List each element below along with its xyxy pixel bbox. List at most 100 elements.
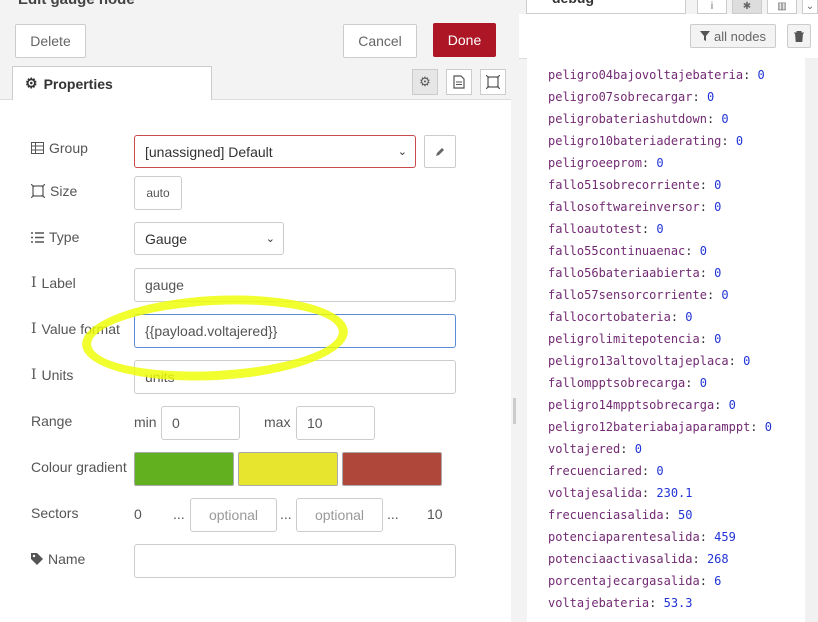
range-label: Range (31, 413, 73, 429)
debug-message-key: peligro10bateriaderating (548, 134, 722, 148)
debug-message-row[interactable]: fallo57sensorcorriente: 0 (548, 288, 729, 302)
debug-message-row[interactable]: peligro12bateriabajaparamppt: 0 (548, 420, 772, 434)
sidebar-tab-debug-icon[interactable]: ✱ (732, 0, 762, 14)
delete-button[interactable]: Delete (15, 24, 86, 58)
max-input[interactable]: 10 (296, 406, 375, 440)
debug-message-key: voltajebateria (548, 596, 650, 610)
node-settings-button[interactable]: ⚙ (412, 69, 438, 95)
sidebar-tab-info[interactable]: i (697, 0, 727, 14)
debug-message-row[interactable]: fallo55continuaenac: 0 (548, 244, 707, 258)
debug-message-key: voltajered (548, 442, 621, 456)
debug-message-row[interactable]: peligro04bajovoltajebateria: 0 (548, 68, 765, 82)
node-appearance-button[interactable] (480, 69, 506, 95)
sector-separator: ... (280, 506, 292, 522)
type-select[interactable]: Gauge ⌄ (134, 222, 284, 255)
info-icon: i (710, 1, 714, 12)
tab-properties[interactable]: ⚙ Properties (12, 66, 212, 100)
debug-message-value: 0 (706, 90, 715, 104)
colour-swatch-low[interactable] (134, 452, 234, 486)
debug-message-row[interactable]: fallosoftwareinversor: 0 (548, 200, 721, 214)
panel-splitter[interactable] (511, 0, 519, 622)
debug-scrollbar[interactable] (806, 58, 818, 622)
pencil-icon (436, 147, 444, 156)
text-cursor-icon: I (31, 275, 37, 291)
units-label: I Units (31, 367, 74, 383)
min-label: min (134, 414, 157, 430)
name-input[interactable] (134, 544, 456, 578)
debug-message-value: 0 (656, 156, 664, 170)
colour-swatch-mid[interactable] (238, 452, 338, 486)
table-icon (31, 142, 44, 154)
chevron-down-icon: ⌄ (397, 146, 407, 158)
debug-message-row[interactable]: voltajebateria: 53.3 (548, 596, 693, 610)
clear-log-button[interactable] (787, 24, 811, 48)
bug-icon: ✱ (742, 1, 752, 12)
debug-message-value: 0 (714, 266, 722, 280)
debug-message-key: fallocortobateria (548, 310, 671, 324)
sidebar-tab-menu[interactable]: ⌄ (802, 0, 818, 14)
filter-icon (699, 31, 710, 41)
sidebar-tab-debug[interactable] (526, 0, 686, 14)
debug-message-value: 0 (728, 398, 736, 412)
filter-button[interactable]: all nodes (690, 24, 776, 48)
colour-swatch-high[interactable] (342, 452, 442, 486)
debug-message-row[interactable]: peligro10bateriaderating: 0 (548, 134, 743, 148)
debug-message-row[interactable]: fallocortobateria: 0 (548, 310, 693, 324)
debug-message-key: peligro14mpptsobrecarga (548, 398, 715, 412)
splitter-handle[interactable] (513, 398, 516, 424)
edit-group-button[interactable] (424, 135, 456, 168)
debug-message-value: 0 (634, 442, 642, 456)
debug-message-key: voltajesalida (548, 486, 642, 500)
tag-icon (31, 553, 43, 565)
sector-end-value: 10 (427, 506, 443, 522)
debug-message-row[interactable]: voltajered: 0 (548, 442, 642, 456)
sector-2-input[interactable]: optional (296, 498, 383, 532)
sector-separator: ... (173, 506, 185, 522)
label-input[interactable]: gauge (134, 268, 456, 302)
debug-message-row[interactable]: potenciaactivasalida: 268 (548, 552, 729, 566)
debug-message-row[interactable]: peligro14mpptsobrecarga: 0 (548, 398, 736, 412)
tray-title-bar: Edit gauge node (0, 0, 511, 14)
group-select[interactable]: [unassigned] Default ⌄ (134, 135, 416, 168)
gear-icon: ⚙ (419, 74, 431, 89)
debug-message-row[interactable]: peligro13altovoltajeplaca: 0 (548, 354, 750, 368)
sector-1-input[interactable]: optional (190, 498, 277, 532)
sector-separator: ... (387, 506, 399, 522)
debug-message-row[interactable]: fallompptsobrecarga: 0 (548, 376, 707, 390)
debug-message-key: frecuenciasalida (548, 508, 664, 522)
debug-message-value: 268 (706, 552, 729, 566)
debug-message-row[interactable]: falloautotest: 0 (548, 222, 664, 236)
value-format-input[interactable]: {{payload.voltajered}} (134, 314, 456, 348)
debug-message-row[interactable]: fallo56bateriaabierta: 0 (548, 266, 721, 280)
min-input[interactable]: 0 (161, 406, 240, 440)
text-cursor-icon: I (31, 321, 37, 337)
debug-message-row[interactable]: fallo51sobrecorriente: 0 (548, 178, 721, 192)
debug-message-key: potenciaparentesalida (548, 530, 700, 544)
size-button[interactable]: auto (134, 176, 182, 210)
units-input[interactable]: units (134, 360, 456, 394)
debug-message-row[interactable]: frecuenciared: 0 (548, 464, 664, 478)
debug-message-key: fallompptsobrecarga (548, 376, 686, 390)
debug-message-row[interactable]: peligrolimitepotencia: 0 (548, 332, 721, 346)
debug-message-row[interactable]: frecuenciasalida: 50 (548, 508, 693, 522)
colour-gradient-label: Colour gradient (31, 459, 127, 475)
debug-message-key: fallosoftwareinversor (548, 200, 700, 214)
debug-message-row[interactable]: peligroeeprom: 0 (548, 156, 664, 170)
sidebar-tab-dashboard[interactable]: ▥ (767, 0, 797, 14)
done-button[interactable]: Done (433, 23, 496, 57)
node-description-button[interactable] (446, 69, 472, 95)
max-label: max (264, 414, 291, 430)
frame-icon (486, 75, 500, 89)
debug-message-row[interactable]: potenciaparentesalida: 459 (548, 530, 736, 544)
debug-message-row[interactable]: voltajesalida: 230.1 (548, 486, 693, 500)
debug-message-row[interactable]: peligro07sobrecargar: 0 (548, 90, 714, 104)
type-label: Type (31, 229, 79, 245)
debug-message-key: peligro07sobrecargar (548, 90, 693, 104)
debug-message-row[interactable]: peligrobateriashutdown: 0 (548, 112, 729, 126)
debug-message-row[interactable]: porcentajecargasalida: 6 (548, 574, 721, 588)
cancel-button[interactable]: Cancel (343, 24, 417, 58)
debug-message-value: 0 (714, 178, 722, 192)
debug-message-value: 0 (764, 420, 772, 434)
debug-message-value: 53.3 (663, 596, 693, 610)
debug-message-value: 50 (678, 508, 693, 522)
